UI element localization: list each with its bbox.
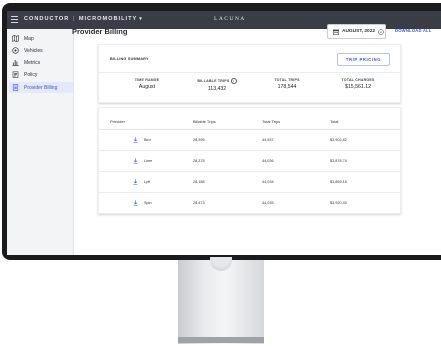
map-icon	[12, 35, 19, 42]
metric-billable-trips: BILLABLE TRIPS i 113,432	[187, 78, 247, 92]
total-charge: $3,920.40	[330, 201, 347, 205]
provider-name: Lime	[144, 159, 153, 163]
vehicles-icon	[12, 47, 19, 54]
sidebar-item-provider-billing[interactable]: Provider Billing	[9, 82, 73, 93]
sidebar-item-policy[interactable]: Policy	[9, 69, 73, 80]
sidebar-item-label: Metrics	[24, 59, 41, 66]
metric-time-range: TIME RANGE August	[117, 78, 177, 90]
sidebar-item-metrics[interactable]: Metrics	[9, 57, 73, 68]
sidebar-item-map[interactable]: Map	[9, 33, 73, 44]
download-all-button[interactable]: DOWNLOAD ALL	[395, 28, 432, 33]
total-trips: 44,035	[262, 201, 274, 205]
column-header-billable-trips: Billable Trips	[193, 119, 216, 124]
sidebar-item-vehicles[interactable]: Vehicles	[9, 45, 73, 56]
billing-summary-header: BILLING SUMMARY TRIP PRICING	[99, 45, 400, 73]
download-icon[interactable]	[133, 137, 138, 143]
column-header-provider: Provider	[110, 119, 125, 124]
screen: CONDUCTOR | MICROMOBILITY ▾ LACUNA Map Ve…	[7, 11, 441, 255]
table-row: Bird 28,395 44,537 $3,902.82	[99, 130, 400, 151]
billing-summary-card: BILLING SUMMARY TRIP PRICING TIME RANGE …	[98, 44, 401, 103]
monitor-stand	[178, 260, 264, 344]
total-trips: 44,034	[262, 180, 274, 184]
download-icon[interactable]	[133, 200, 138, 206]
provider-name: Lyft	[144, 180, 150, 184]
billable-trips: 28,473	[193, 201, 205, 205]
chevron-down-icon	[378, 28, 384, 35]
table-row: Lime 28,378 44,036 $3,878.74	[99, 151, 400, 172]
app-logo: LACUNA	[214, 16, 246, 22]
brand-switcher[interactable]: CONDUCTOR | MICROMOBILITY ▾	[24, 16, 143, 22]
total-charge: $3,902.82	[330, 138, 347, 142]
total-charge: $3,859.16	[330, 180, 347, 184]
stand-base	[178, 337, 264, 343]
metric-label: TOTAL TRIPS	[274, 78, 300, 82]
sidebar-item-label: Policy	[24, 71, 38, 78]
info-icon[interactable]: i	[230, 78, 237, 84]
column-header-total-trips: Total Trips	[262, 119, 281, 124]
download-icon[interactable]	[133, 179, 138, 185]
provider-name: Spin	[144, 201, 152, 205]
chevron-down-icon: ▾	[139, 16, 143, 22]
provider-name: Bird	[144, 138, 151, 142]
sidebar-item-label: Provider Billing	[24, 84, 58, 91]
calendar-icon	[333, 29, 339, 35]
policy-icon	[12, 71, 19, 78]
sidebar-item-label: Map	[24, 35, 34, 42]
metrics-icon	[12, 59, 19, 66]
month-picker-value: AUGUST, 2022	[342, 29, 376, 34]
metric-label: BILLABLE TRIPS	[197, 78, 230, 83]
total-charge: $3,878.74	[330, 159, 347, 163]
download-icon[interactable]	[133, 158, 138, 164]
metric-value: 178,544	[277, 84, 297, 90]
total-trips: 44,036	[262, 159, 274, 163]
metric-value: $15,561.12	[345, 84, 371, 90]
metric-value: 113,432	[207, 86, 227, 92]
total-trips: 44,537	[262, 138, 274, 142]
billable-trips: 28,378	[193, 159, 205, 163]
metric-label: TIME RANGE	[134, 78, 160, 82]
metric-label: TOTAL CHARGES	[341, 78, 375, 82]
billable-trips: 28,395	[193, 138, 205, 142]
product-area: MICROMOBILITY	[78, 16, 138, 22]
metric-value: August	[138, 84, 156, 90]
brand-separator: |	[72, 16, 76, 22]
sidebar: Map Vehicles Metrics Policy Provider Bil…	[7, 29, 74, 255]
table-row: Lyft 28,186 44,034 $3,859.16	[99, 172, 400, 193]
month-picker[interactable]: AUGUST, 2022	[327, 24, 386, 39]
sidebar-item-label: Vehicles	[24, 47, 43, 54]
trip-pricing-button[interactable]: TRIP PRICING	[337, 53, 390, 66]
table-row: Spin 28,473 44,035 $3,920.40	[99, 193, 400, 214]
metric-total-charges: TOTAL CHARGES $15,561.12	[328, 78, 388, 90]
column-header-total: Total	[330, 119, 339, 124]
brand-name: CONDUCTOR	[24, 16, 70, 22]
billable-trips: 28,186	[193, 180, 205, 184]
billing-summary-title: BILLING SUMMARY	[110, 57, 149, 61]
menu-icon[interactable]	[11, 16, 18, 23]
billing-icon	[12, 84, 19, 91]
provider-billing-table: Provider Billable Trips Total Trips Tota…	[98, 107, 401, 214]
metric-total-trips: TOTAL TRIPS 178,544	[257, 78, 317, 90]
page-title: Provider Billing	[72, 27, 128, 36]
